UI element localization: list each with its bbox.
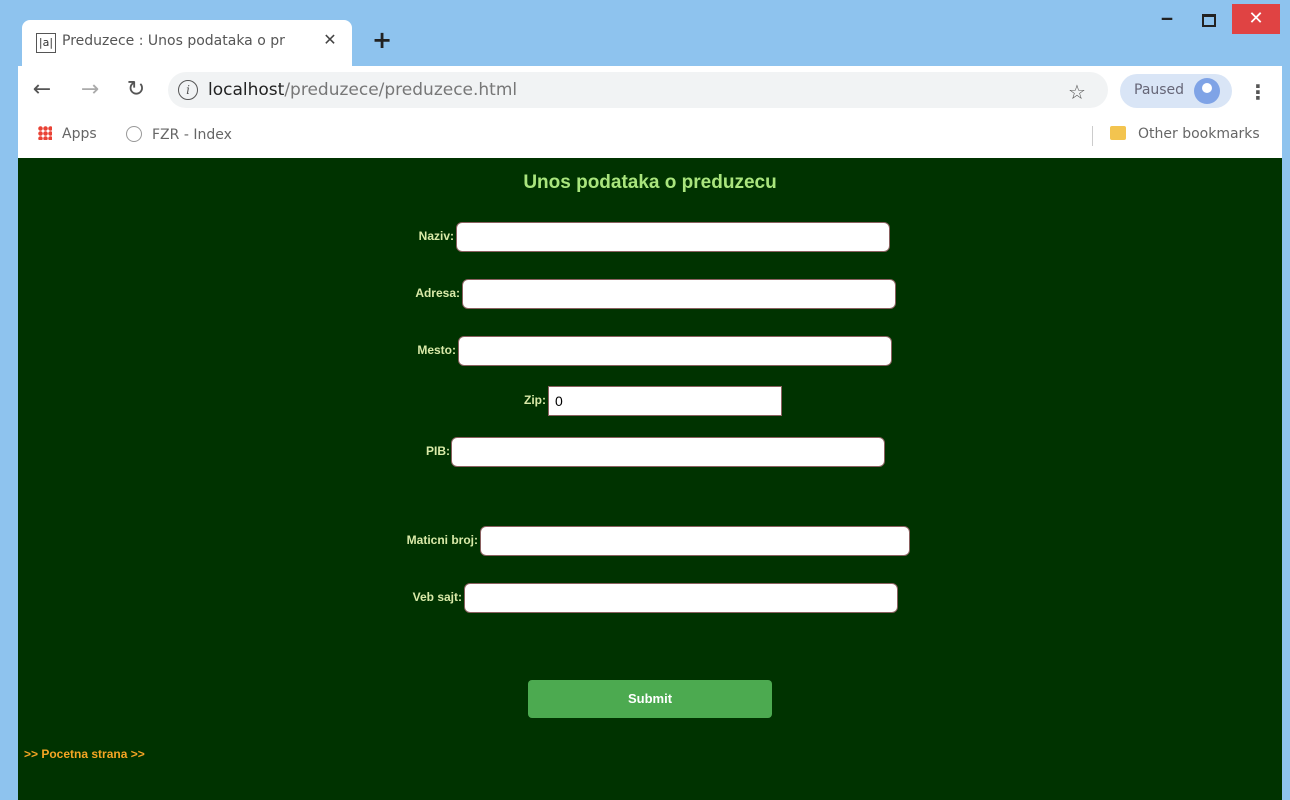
avatar xyxy=(1194,78,1220,104)
page-title: Unos podataka o preduzecu xyxy=(523,172,777,193)
browser-window: |a| Preduzece : Unos podataka o pr ✕ + ‒… xyxy=(0,0,1290,800)
bookmark-separator xyxy=(1092,126,1093,146)
bookmark-apps-label: Apps xyxy=(62,126,97,142)
browser-toolbar: ← → ↻ i localhost/preduzece/preduzece.ht… xyxy=(18,66,1282,114)
field-row-adresa: Adresa: xyxy=(18,279,1282,309)
field-row-pib: PIB: xyxy=(18,437,1282,467)
reload-icon[interactable]: ↻ xyxy=(122,76,150,104)
apps-icon xyxy=(38,126,52,140)
mesto-input[interactable] xyxy=(458,336,892,366)
bookmark-fzr-index[interactable]: FZR - Index xyxy=(126,126,232,143)
maticni-label: Maticni broj: xyxy=(406,533,478,547)
mesto-label: Mesto: xyxy=(417,343,456,357)
pib-input[interactable] xyxy=(451,437,885,467)
field-row-naziv: Naziv: xyxy=(18,222,1282,252)
submit-button[interactable]: Submit xyxy=(528,680,772,718)
bookmark-other[interactable]: Other bookmarks xyxy=(1110,126,1260,142)
adresa-input[interactable] xyxy=(462,279,896,309)
bookmark-apps[interactable]: Apps xyxy=(38,126,97,142)
url-text: localhost/preduzece/preduzece.html xyxy=(208,80,517,100)
adresa-label: Adresa: xyxy=(415,286,460,300)
naziv-input[interactable] xyxy=(456,222,890,252)
url-path: /preduzece/preduzece.html xyxy=(284,80,518,100)
maximize-button[interactable] xyxy=(1192,8,1226,32)
field-row-veb: Veb sajt: xyxy=(18,583,1282,613)
forward-icon[interactable]: → xyxy=(76,76,104,104)
tab-title: Preduzece : Unos podataka o pr xyxy=(62,33,285,49)
back-icon[interactable]: ← xyxy=(28,76,56,104)
naziv-label: Naziv: xyxy=(418,229,454,243)
zip-label: Zip: xyxy=(524,393,546,407)
field-row-mesto: Mesto: xyxy=(18,336,1282,366)
folder-icon xyxy=(1110,126,1126,140)
profile-button[interactable]: Paused xyxy=(1120,74,1232,108)
profile-name: Paused xyxy=(1134,82,1185,98)
menu-icon[interactable]: ⋮ xyxy=(1248,80,1268,104)
field-row-zip: Zip: xyxy=(18,386,1282,416)
globe-icon xyxy=(126,126,142,142)
close-window-button[interactable]: ✕ xyxy=(1232,4,1280,34)
page-content: Unos podataka o preduzecu Naziv: Adresa:… xyxy=(18,158,1282,800)
veb-input[interactable] xyxy=(464,583,898,613)
url-host: localhost xyxy=(208,80,285,100)
home-link[interactable]: >> Pocetna strana >> xyxy=(24,747,145,761)
zip-input[interactable] xyxy=(548,386,782,416)
bookmarks-bar: Apps FZR - Index Other bookmarks xyxy=(18,114,1282,159)
info-icon[interactable]: i xyxy=(178,80,198,100)
field-row-maticni: Maticni broj: xyxy=(18,526,1282,556)
bookmark-other-label: Other bookmarks xyxy=(1138,126,1260,142)
pib-label: PIB: xyxy=(426,444,450,458)
maximize-icon xyxy=(1202,14,1216,27)
address-bar[interactable]: i localhost/preduzece/preduzece.html xyxy=(168,72,1108,108)
star-icon[interactable]: ☆ xyxy=(1068,80,1086,104)
bookmark-fzr-label: FZR - Index xyxy=(152,127,232,143)
favicon-icon: |a| xyxy=(36,33,56,53)
minimize-button[interactable]: ‒ xyxy=(1150,8,1184,32)
veb-label: Veb sajt: xyxy=(412,590,462,604)
maticni-input[interactable] xyxy=(480,526,910,556)
title-bar: |a| Preduzece : Unos podataka o pr ✕ + ‒… xyxy=(0,0,1290,66)
browser-tab[interactable]: |a| Preduzece : Unos podataka o pr ✕ xyxy=(22,20,352,66)
new-tab-button[interactable]: + xyxy=(370,28,394,52)
close-tab-icon[interactable]: ✕ xyxy=(320,30,340,50)
